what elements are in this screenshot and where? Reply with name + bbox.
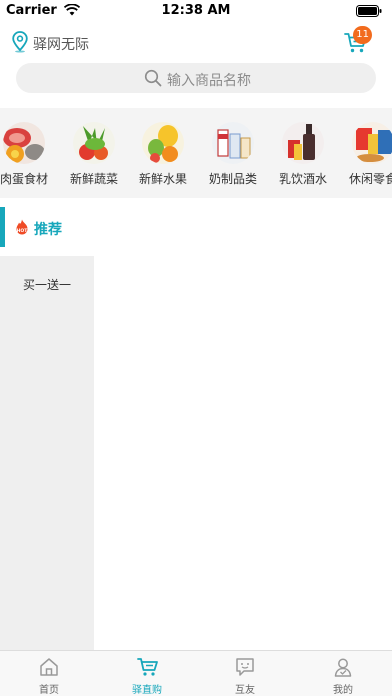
category-dairy-image — [212, 122, 254, 164]
hot-flame-icon: HOT — [14, 219, 30, 240]
category-label: 休闲零食 — [348, 172, 392, 186]
status-bar: Carrier 12:38 AM — [0, 0, 392, 22]
tab-label: 首页 — [39, 685, 59, 696]
battery-icon — [356, 5, 382, 21]
category-label: 奶制品类 — [208, 172, 257, 186]
left-menu: 买一送一 — [0, 256, 94, 650]
home-icon — [39, 657, 59, 681]
category-item[interactable]: 奶制品类 — [202, 122, 264, 192]
clock: 12:38 AM — [161, 3, 231, 18]
bottom-tab-bar: 首页 驿直购 互友 我的 — [0, 650, 392, 696]
location-pin-icon[interactable] — [12, 31, 28, 57]
recommend-label: 推荐 — [34, 222, 62, 238]
category-item[interactable]: 新鲜水果 — [132, 122, 194, 192]
category-label: 肉蛋食材 — [0, 172, 48, 186]
search-input[interactable]: 输入商品名称 — [16, 63, 376, 93]
tab-label: 互友 — [235, 685, 255, 696]
product-list-area — [94, 256, 392, 650]
top-header: 驿网无际 11 — [0, 26, 392, 60]
tab-label: 驿直购 — [132, 685, 162, 696]
category-item[interactable]: 休闲零食 — [342, 122, 392, 192]
category-snack-image — [352, 122, 392, 164]
hot-badge-text: HOT — [17, 228, 29, 234]
category-label: 乳饮酒水 — [278, 172, 327, 186]
chat-icon — [235, 657, 255, 681]
cart-count-badge: 11 — [353, 26, 372, 44]
location-label[interactable]: 驿网无际 — [33, 34, 89, 54]
category-fruit-image — [142, 122, 184, 164]
category-label: 新鲜水果 — [138, 172, 187, 186]
tab-friends[interactable]: 互友 — [196, 651, 294, 696]
category-item[interactable]: 乳饮酒水 — [272, 122, 334, 192]
category-drinks-image — [282, 122, 324, 164]
app-screen: Carrier 12:38 AM 驿网无际 11 输入商品名称 肉蛋食材 新鲜蔬… — [0, 0, 392, 696]
category-label: 新鲜蔬菜 — [69, 172, 118, 186]
recommend-tab[interactable]: HOT 推荐 — [0, 207, 392, 247]
user-icon — [333, 657, 353, 681]
tab-label: 我的 — [333, 685, 353, 696]
recommend-indicator — [0, 207, 5, 247]
tab-profile[interactable]: 我的 — [294, 651, 392, 696]
category-item[interactable]: 新鲜蔬菜 — [63, 122, 125, 192]
tab-direct-buy[interactable]: 驿直购 — [98, 651, 196, 696]
tab-home[interactable]: 首页 — [0, 651, 98, 696]
category-strip[interactable]: 肉蛋食材 新鲜蔬菜 新鲜水果 奶制品类 乳饮酒水 休闲零食 — [0, 108, 392, 198]
category-item[interactable]: 肉蛋食材 — [0, 122, 55, 192]
search-icon — [144, 69, 162, 91]
menu-item-buy-one-get-one[interactable]: 买一送一 — [0, 276, 94, 293]
category-vegetable-image — [73, 122, 115, 164]
category-meat-image — [3, 122, 45, 164]
cart-icon — [137, 657, 159, 681]
search-placeholder: 输入商品名称 — [167, 73, 251, 89]
